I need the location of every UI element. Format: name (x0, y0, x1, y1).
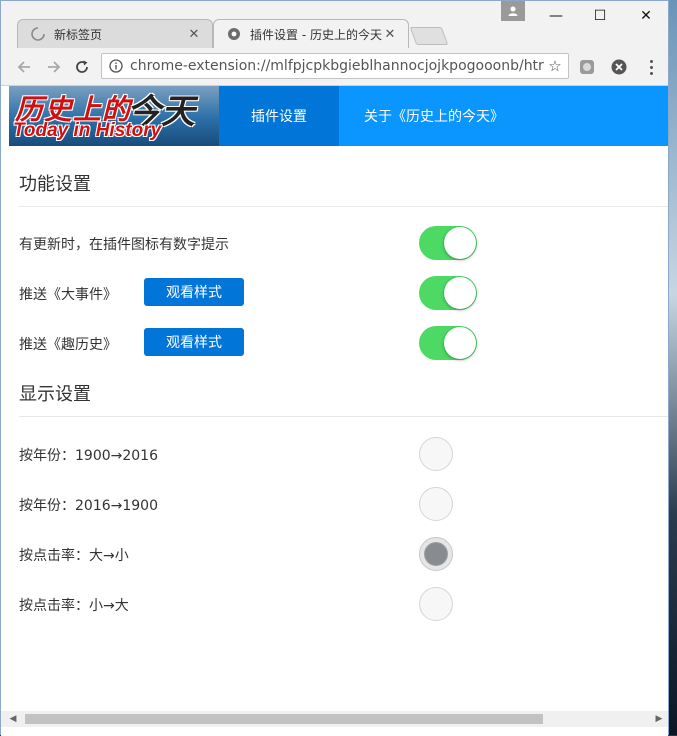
preview-style-button-fun-history[interactable]: 观看样式 (144, 328, 244, 356)
new-tab-button[interactable] (409, 27, 449, 45)
scroll-right-icon[interactable]: ▶ (651, 711, 667, 727)
minimize-button[interactable]: — (533, 1, 579, 31)
page-content: 历史上的 今天 Today in History 插件设置 关于《历史上的今天》… (1, 86, 668, 711)
bookmark-star-icon[interactable]: ☆ (546, 57, 564, 75)
toggle-push-events[interactable] (419, 276, 477, 310)
logo-text-en: Today in History (13, 120, 162, 141)
section-title-function: 功能设置 (19, 174, 91, 195)
tab-title: 新标签页 (54, 27, 103, 42)
extension-gear-icon[interactable] (609, 57, 629, 77)
tab-title: 插件设置 - 历史上的今天 (250, 27, 382, 42)
profile-icon[interactable] (501, 1, 525, 21)
close-icon[interactable]: ✕ (382, 26, 398, 42)
divider (19, 416, 668, 417)
site-navbar: 历史上的 今天 Today in History 插件设置 关于《历史上的今天》 (9, 86, 668, 146)
toggle-update-badge[interactable] (419, 226, 477, 260)
browser-toolbar: chrome-extension://mlfpjcpkbgieblhannocj… (1, 48, 668, 86)
close-window-button[interactable]: ✕ (623, 1, 669, 31)
radio-year-asc[interactable] (419, 437, 453, 471)
divider (19, 206, 668, 207)
tab-new-tab[interactable]: 新标签页 ✕ (17, 19, 213, 48)
scroll-left-icon[interactable]: ◀ (5, 711, 21, 727)
row-label-push-fun-history: 推送《趣历史》 (19, 337, 117, 353)
settings-panel: 功能设置 有更新时，在插件图标有数字提示 推送《大事件》 观看样式 推送《趣历史… (9, 146, 668, 711)
desktop-background (669, 0, 677, 735)
option-label-clicks-asc: 按点击率：小→大 (19, 598, 129, 614)
toggle-push-fun-history[interactable] (419, 326, 477, 360)
toggle-knob (444, 227, 476, 259)
section-title-display: 显示设置 (19, 384, 91, 405)
option-label-clicks-desc: 按点击率：大→小 (19, 548, 129, 564)
site-logo: 历史上的 今天 Today in History (9, 86, 219, 146)
radio-clicks-desc[interactable] (419, 537, 453, 571)
row-label-update-badge: 有更新时，在插件图标有数字提示 (19, 237, 229, 253)
toggle-knob (444, 327, 476, 359)
forward-arrow-icon[interactable] (43, 56, 65, 78)
radio-selected-dot (424, 542, 448, 566)
horizontal-scrollbar[interactable]: ◀ ▶ (1, 711, 668, 727)
info-icon[interactable] (108, 58, 124, 74)
browser-window: 新标签页 ✕ 插件设置 - 历史上的今天 ✕ — ☐ ✕ chrome-exte… (0, 0, 669, 736)
more-menu-icon[interactable] (641, 56, 661, 78)
back-arrow-icon[interactable] (13, 56, 35, 78)
close-icon[interactable]: ✕ (186, 26, 202, 42)
preview-style-button-events[interactable]: 观看样式 (144, 278, 244, 306)
row-label-push-events: 推送《大事件》 (19, 287, 117, 303)
address-bar[interactable]: chrome-extension://mlfpjcpkbgieblhannocj… (101, 53, 569, 79)
option-label-year-asc: 按年份：1900→2016 (19, 448, 158, 464)
extension-gear-icon (226, 26, 242, 42)
maximize-button[interactable]: ☐ (577, 1, 623, 31)
toggle-knob (444, 277, 476, 309)
option-label-year-desc: 按年份：2016→1900 (19, 498, 158, 514)
tab-extension-settings[interactable]: 插件设置 - 历史上的今天 ✕ (213, 19, 409, 48)
nav-settings[interactable]: 插件设置 (219, 86, 339, 146)
nav-about[interactable]: 关于《历史上的今天》 (339, 86, 529, 146)
scrollbar-thumb[interactable] (25, 714, 543, 724)
url-text[interactable]: chrome-extension://mlfpjcpkbgieblhannocj… (130, 58, 546, 74)
loading-spinner-icon (30, 26, 46, 42)
tab-strip: 新标签页 ✕ 插件设置 - 历史上的今天 ✕ — ☐ ✕ (1, 1, 668, 48)
reload-icon[interactable] (71, 56, 93, 78)
radio-clicks-asc[interactable] (419, 587, 453, 621)
radio-year-desc[interactable] (419, 487, 453, 521)
extension-history-icon[interactable] (577, 57, 597, 77)
